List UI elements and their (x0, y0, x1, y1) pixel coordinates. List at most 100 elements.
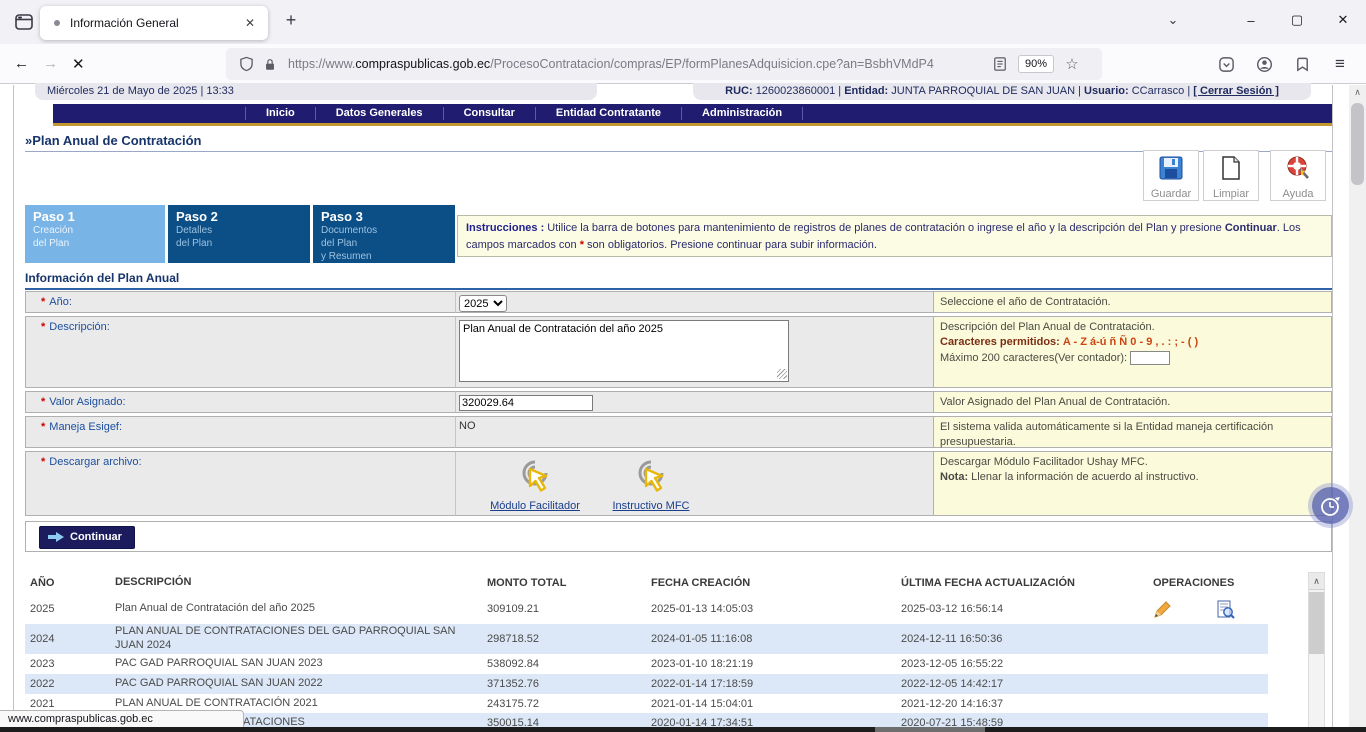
pocket-icon[interactable] (1214, 52, 1238, 76)
user-label: Usuario: (1084, 85, 1129, 97)
toolbar-right-icons: ≡ (1214, 48, 1352, 80)
ruc-value: 1260023860001 (756, 85, 836, 97)
table-scrollbar-thumb[interactable] (1309, 592, 1324, 654)
description-label: Descripción: (49, 321, 110, 333)
esigef-help: El sistema valida automáticamente si la … (933, 416, 1332, 448)
url-bar[interactable]: https://www.compraspublicas.gob.ec/Proce… (226, 48, 1102, 80)
zoom-level-badge[interactable]: 90% (1018, 55, 1054, 73)
help-button[interactable]: Ayuda (1270, 150, 1326, 201)
browser-tab[interactable]: Información General ✕ (40, 6, 268, 40)
view-document-icon[interactable] (1216, 600, 1235, 619)
menu-item-administracion[interactable]: Administración (682, 107, 803, 120)
required-asterisk: * (41, 296, 45, 308)
step-2-tab[interactable]: Paso 2 Detalles del Plan (168, 205, 310, 263)
extensions-icon[interactable] (1290, 52, 1314, 76)
download-note-label: Nota: (940, 471, 968, 483)
required-asterisk: * (41, 456, 45, 468)
page-title: »Plan Anual de Contratación (25, 133, 1332, 152)
tab-favicon-icon (54, 20, 60, 26)
required-asterisk: * (41, 321, 45, 333)
shield-icon[interactable] (234, 52, 258, 76)
entity-value: JUNTA PARROQUIAL DE SAN JUAN (891, 85, 1075, 97)
minimize-button[interactable]: – (1228, 13, 1274, 28)
arrow-right-icon (48, 531, 64, 543)
table-row: 2022 PAC GAD PARROQUIAL SAN JUAN 2022 37… (25, 674, 1268, 694)
col-header-created: FECHA CREACIÓN (651, 577, 901, 589)
menu-item-inicio[interactable]: Inicio (245, 107, 316, 120)
lock-icon[interactable] (258, 52, 282, 76)
col-header-year: AÑO (25, 577, 115, 589)
click-download-icon (513, 457, 557, 497)
menu-item-entidad-contratante[interactable]: Entidad Contratante (536, 107, 682, 120)
menu-icon[interactable]: ≡ (1328, 52, 1352, 76)
list-tabs-chevron-icon[interactable]: ⌄ (1160, 12, 1186, 28)
menu-item-datos-generales[interactable]: Datos Generales (316, 107, 444, 120)
window-scrollbar[interactable]: ∧ (1349, 85, 1366, 732)
bottom-strip-thumb (875, 727, 985, 732)
instructions-box: Instrucciones : Utilice la barra de boto… (457, 215, 1332, 257)
modulo-facilitador-download[interactable]: Módulo Facilitador (485, 457, 585, 512)
continue-button[interactable]: Continuar (39, 526, 135, 549)
scroll-up-icon[interactable]: ∧ (1349, 85, 1366, 101)
esigef-value: NO (459, 420, 476, 432)
modulo-facilitador-link[interactable]: Módulo Facilitador (485, 500, 585, 512)
stop-button[interactable]: ✕ (72, 55, 85, 73)
field-row-description: * Descripción: Plan Anual de Contratación… (25, 316, 1332, 388)
bookmark-star-icon[interactable]: ☆ (1060, 52, 1084, 76)
resize-grip-icon[interactable] (777, 369, 787, 379)
download-note: Llenar la información de acuerdo al inst… (968, 471, 1199, 483)
field-row-download: *Descargar archivo: Módulo Facilitador I… (25, 451, 1332, 516)
step-3-tab[interactable]: Paso 3 Documentos del Plan y Resumen (313, 205, 455, 263)
status-bar-link: www.compraspublicas.gob.ec (0, 710, 244, 727)
step-1-tab[interactable]: Paso 1 Creación del Plan (25, 205, 165, 263)
instructivo-mfc-download[interactable]: Instructivo MFC (601, 457, 701, 512)
logout-link[interactable]: [ Cerrar Sesión ] (1193, 85, 1279, 97)
window-scrollbar-thumb[interactable] (1351, 103, 1364, 185)
session-info: RUC: 1260023860001 | Entidad: JUNTA PARR… (693, 83, 1311, 100)
description-textarea[interactable]: Plan Anual de Contratación del año 2025 (459, 320, 789, 382)
entity-label: Entidad: (844, 85, 888, 97)
char-counter-input[interactable] (1130, 351, 1170, 365)
table-scrollbar[interactable]: ∧ (1308, 572, 1325, 732)
new-tab-button[interactable]: + (278, 10, 304, 31)
assigned-value-input[interactable] (459, 395, 593, 411)
col-header-updated: ÚLTIMA FECHA ACTUALIZACIÓN (901, 577, 1149, 589)
forward-button: → (43, 55, 58, 72)
close-button[interactable]: ✕ (1320, 12, 1366, 28)
description-help-1: Descripción del Plan Anual de Contrataci… (940, 320, 1325, 335)
download-help-1: Descargar Módulo Facilitador Ushay MFC. (940, 455, 1325, 470)
clear-button[interactable]: Limpiar (1203, 150, 1259, 201)
action-toolbar: Guardar Limpiar Ayuda (1143, 150, 1326, 201)
save-button[interactable]: Guardar (1143, 150, 1199, 201)
field-row-year: *Año: 2025 Seleccione el año de Contrata… (25, 291, 1332, 313)
plans-table: AÑO DESCRIPCIÓN MONTO TOTAL FECHA CREACI… (25, 572, 1268, 732)
floating-timer-widget[interactable] (1312, 487, 1349, 524)
firefox-view-icon[interactable] (10, 8, 38, 36)
maximize-button[interactable]: ▢ (1274, 12, 1320, 28)
assigned-value-help: Valor Asignado del Plan Anual de Contrat… (933, 391, 1332, 413)
blank-page-icon (1218, 155, 1244, 181)
allowed-chars-value: A - Z á-ú ñ Ñ 0 - 9 , . : ; - ( ) (1063, 336, 1198, 348)
table-row: 2025 Plan Anual de Contratación del año … (25, 594, 1268, 624)
scroll-up-icon[interactable]: ∧ (1309, 573, 1324, 590)
table-header-row: AÑO DESCRIPCIÓN MONTO TOTAL FECHA CREACI… (25, 572, 1268, 594)
assigned-value-label: Valor Asignado: (49, 396, 125, 408)
life-preserver-icon (1285, 155, 1311, 181)
col-header-amount: MONTO TOTAL (487, 577, 651, 589)
year-select[interactable]: 2025 (459, 295, 507, 312)
menu-item-consultar[interactable]: Consultar (444, 107, 536, 120)
click-download-icon (629, 457, 673, 497)
tab-close-icon[interactable]: ✕ (240, 14, 260, 32)
floppy-disk-icon (1158, 155, 1184, 181)
col-header-operations: OPERACIONES (1149, 577, 1268, 589)
instructivo-mfc-link[interactable]: Instructivo MFC (601, 500, 701, 512)
account-icon[interactable] (1252, 52, 1276, 76)
year-label: Año: (49, 296, 72, 308)
required-asterisk: * (41, 421, 45, 433)
table-row: 2024 PLAN ANUAL DE CONTRATACIONES DEL GA… (25, 624, 1268, 654)
window-controls: – ▢ ✕ (1228, 0, 1366, 40)
edit-pencil-icon[interactable] (1153, 600, 1172, 619)
reader-mode-icon[interactable] (988, 52, 1012, 76)
tab-title: Información General (70, 16, 240, 30)
back-button[interactable]: ← (14, 55, 29, 72)
